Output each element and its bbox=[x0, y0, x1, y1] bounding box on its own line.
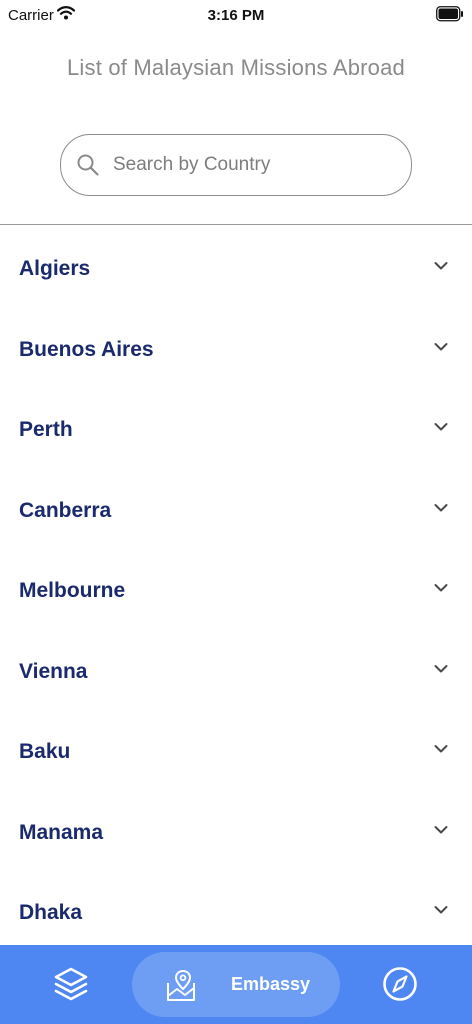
list-item-label: Perth bbox=[19, 418, 73, 441]
chevron-down-icon[interactable] bbox=[434, 664, 448, 674]
mission-list: Algiers Buenos Aires Perth Canberra Melb… bbox=[0, 229, 472, 945]
chevron-down-icon[interactable] bbox=[434, 825, 448, 835]
tab-embassy-label: Embassy bbox=[231, 974, 311, 994]
list-item-label: Canberra bbox=[19, 498, 112, 522]
list-item[interactable]: Perth bbox=[0, 390, 472, 471]
screen: Carrier 3:16 PM List of Malaysian Missio… bbox=[0, 0, 472, 1024]
divider bbox=[0, 224, 472, 225]
list-item-label: Vienna bbox=[19, 659, 88, 683]
list-item[interactable]: Dhaka bbox=[0, 873, 472, 945]
search-input[interactable] bbox=[113, 143, 403, 187]
list-item-label: Manama bbox=[19, 820, 104, 844]
list-item-label: Baku bbox=[19, 740, 71, 763]
chevron-down-icon[interactable] bbox=[434, 342, 448, 352]
chevron-down-icon[interactable] bbox=[434, 744, 448, 754]
clock: 3:16 PM bbox=[207, 7, 265, 24]
list-item[interactable]: Canberra bbox=[0, 471, 472, 552]
list-item-label: Buenos Aires bbox=[19, 337, 154, 361]
list-item[interactable]: Vienna bbox=[0, 632, 472, 713]
chevron-down-icon[interactable] bbox=[434, 905, 448, 915]
chevron-down-icon[interactable] bbox=[434, 422, 448, 432]
search-box[interactable] bbox=[60, 134, 412, 196]
status-bar: Carrier 3:16 PM bbox=[0, 0, 472, 30]
search-icon bbox=[77, 154, 99, 176]
list-item-label: Algiers bbox=[19, 257, 91, 280]
list-item-label: Melbourne bbox=[19, 579, 126, 602]
compass-icon[interactable] bbox=[382, 966, 418, 1002]
battery-icon bbox=[436, 6, 463, 22]
layers-icon[interactable] bbox=[51, 965, 91, 1005]
list-item[interactable]: Melbourne bbox=[0, 551, 472, 632]
list-item[interactable]: Manama bbox=[0, 793, 472, 874]
chevron-down-icon[interactable] bbox=[434, 503, 448, 513]
chevron-down-icon[interactable] bbox=[434, 261, 448, 271]
list-item[interactable]: Buenos Aires bbox=[0, 310, 472, 391]
tab-bar: Embassy bbox=[0, 945, 472, 1024]
list-item[interactable]: Algiers bbox=[0, 229, 472, 310]
list-item-label: Dhaka bbox=[19, 901, 83, 924]
page-title: List of Malaysian Missions Abroad bbox=[67, 55, 405, 80]
list-item[interactable]: Baku bbox=[0, 712, 472, 793]
chevron-down-icon[interactable] bbox=[434, 583, 448, 593]
map-pin-icon bbox=[167, 969, 195, 1001]
tab-embassy[interactable]: Embassy bbox=[132, 952, 340, 1017]
